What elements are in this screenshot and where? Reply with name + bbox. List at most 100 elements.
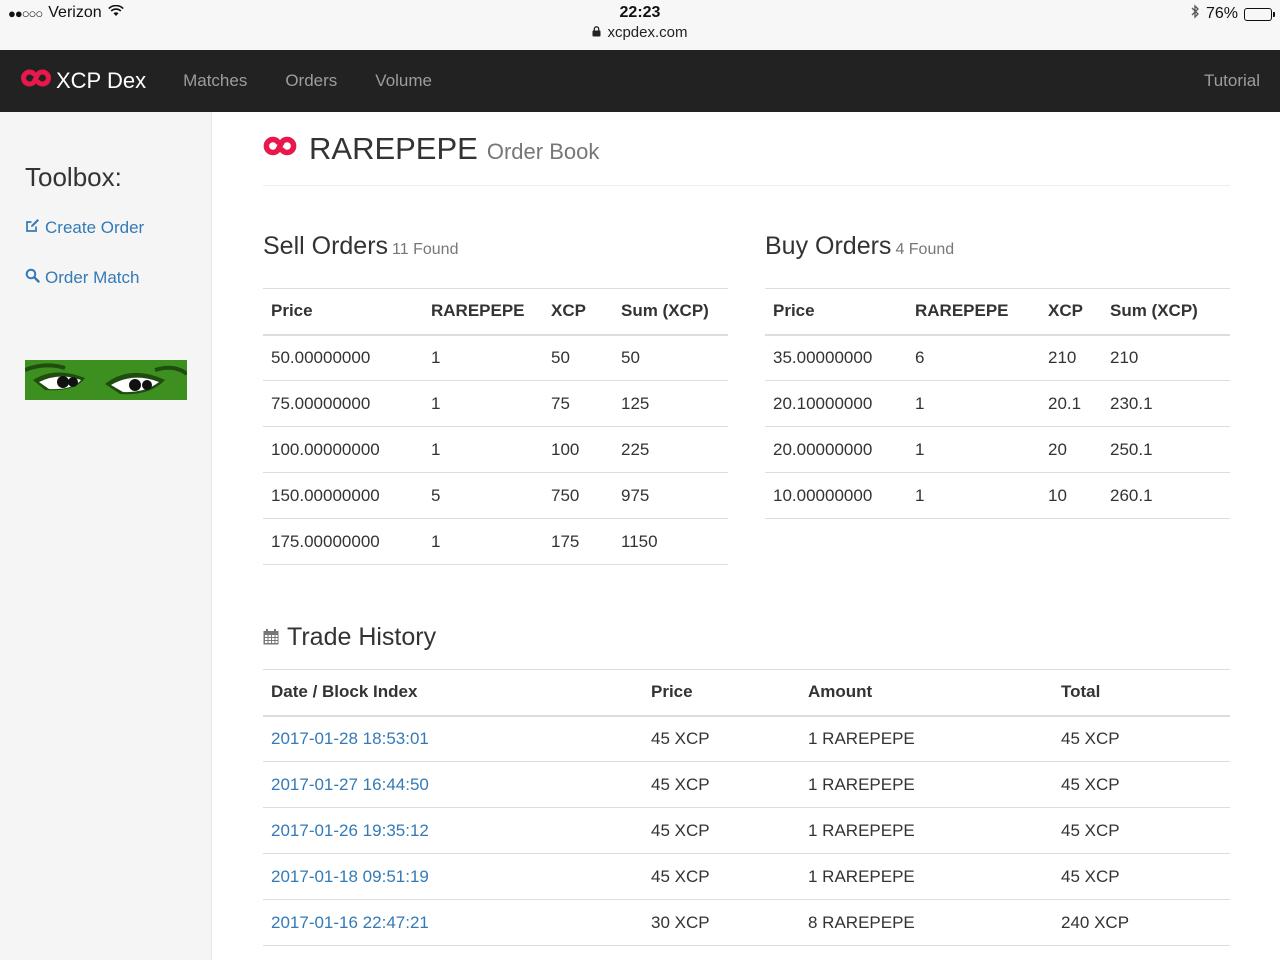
create-order-link[interactable]: Create Order — [25, 218, 144, 238]
cell-total: 240 XCP — [1053, 899, 1230, 946]
cell-amount: 1 — [423, 334, 543, 381]
nav-volume[interactable]: Volume — [356, 71, 451, 91]
column-header[interactable]: Sum (XCP) — [613, 288, 728, 336]
brand-link[interactable]: XCP Dex — [20, 68, 146, 94]
bluetooth-icon — [1191, 4, 1200, 24]
cell-sum: 125 — [613, 380, 728, 427]
table-row[interactable]: 35.00000000 6 210 210 — [765, 334, 1230, 381]
table-row[interactable]: 10.00000000 1 10 260.1 — [765, 472, 1230, 519]
cell-amount: 1 — [907, 380, 1040, 427]
cell-amount: 1 — [907, 472, 1040, 519]
cell-amount: 5 — [423, 472, 543, 519]
cell-amount: 1 RAREPEPE — [800, 853, 1053, 900]
cell-sum: 50 — [613, 334, 728, 381]
column-header[interactable]: XCP — [1040, 288, 1102, 336]
table-row: 2017-01-28 18:53:01 45 XCP 1 RAREPEPE 45 XC… — [263, 715, 1230, 762]
status-center: 22:23 xcpdex.com — [0, 4, 1280, 41]
trade-history-panel: Trade History Date / Block Index Price A… — [263, 612, 1230, 946]
cell-amount: 1 RAREPEPE — [800, 715, 1053, 762]
table-row[interactable]: 75.00000000 1 75 125 — [263, 380, 728, 427]
cell-amount: 1 — [423, 426, 543, 473]
order-match-label: Order Match — [45, 268, 140, 287]
table-row[interactable]: 20.00000000 1 20 250.1 — [765, 426, 1230, 473]
column-header[interactable]: XCP — [543, 288, 613, 336]
cell-amount: 1 — [907, 426, 1040, 473]
table-row[interactable]: 100.00000000 1 100 225 — [263, 426, 728, 473]
rarepepe-banner-image[interactable] — [25, 360, 187, 400]
table-row[interactable]: 50.00000000 1 50 50 — [263, 334, 728, 381]
column-header[interactable]: RAREPEPE — [423, 288, 543, 336]
column-header[interactable]: Amount — [800, 669, 1053, 717]
cell-price: 45 XCP — [643, 761, 800, 808]
cell-sum: 250.1 — [1102, 426, 1230, 473]
table-row: 2017-01-18 09:51:19 45 XCP 1 RAREPEPE 45 XC… — [263, 853, 1230, 900]
cell-amount: 1 — [423, 380, 543, 427]
cell-sum: 225 — [613, 426, 728, 473]
cell-price: 45 XCP — [643, 853, 800, 900]
clock: 22:23 — [619, 4, 661, 21]
column-header[interactable]: Price — [765, 288, 907, 336]
cell-price: 30 XCP — [643, 899, 800, 946]
navbar: XCP Dex Matches Orders Volume Tutorial — [0, 50, 1280, 112]
table-row[interactable]: 175.00000000 1 175 1150 — [263, 518, 728, 565]
cell-sum: 260.1 — [1102, 472, 1230, 519]
column-header[interactable]: Price — [263, 288, 423, 336]
cell-total: 45 XCP — [1053, 715, 1230, 762]
cell-amount: 1 — [423, 518, 543, 565]
cell-price: 75.00000000 — [263, 380, 423, 427]
trade-date-link[interactable]: 2017-01-16 22:47:21 — [263, 899, 643, 946]
url-bar[interactable]: xcpdex.com — [0, 24, 1280, 41]
cell-price: 150.00000000 — [263, 472, 423, 519]
url-text: xcpdex.com — [607, 24, 688, 41]
cell-total: 45 XCP — [1053, 853, 1230, 900]
main-content: RAREPEPE Order Book Sell Orders 11 Found … — [263, 112, 1230, 946]
create-order-label: Create Order — [45, 218, 145, 237]
sell-orders-table: Price RAREPEPE XCP Sum (XCP) 50.00000000… — [263, 288, 728, 565]
sell-orders-panel: Sell Orders 11 Found Price RAREPEPE XCP S… — [263, 232, 728, 565]
order-match-link[interactable]: Order Match — [25, 268, 139, 288]
status-bar: ●●○○○ Verizon 22:23 xcpdex.com 76% — [0, 0, 1280, 50]
cell-price: 20.00000000 — [765, 426, 907, 473]
xcp-logo-icon — [20, 68, 56, 94]
cell-sum: 230.1 — [1102, 380, 1230, 427]
page-subtitle: Order Book — [486, 138, 600, 164]
column-header[interactable]: Price — [643, 669, 800, 717]
table-row: 2017-01-16 22:47:21 30 XCP 8 RAREPEPE 240 X… — [263, 899, 1230, 946]
cell-price: 20.10000000 — [765, 380, 907, 427]
nav-orders[interactable]: Orders — [266, 71, 356, 91]
sell-orders-count: 11 Found — [392, 241, 459, 258]
cell-price: 100.00000000 — [263, 426, 423, 473]
xcp-logo-icon — [263, 135, 309, 162]
trade-date-link[interactable]: 2017-01-28 18:53:01 — [263, 715, 643, 762]
buy-orders-heading: Buy Orders 4 Found — [765, 232, 1230, 288]
table-row: 2017-01-27 16:44:50 45 XCP 1 RAREPEPE 45 XC… — [263, 761, 1230, 808]
cell-amount: 6 — [907, 334, 1040, 381]
cell-sum: 1150 — [613, 518, 728, 565]
trade-history-title: Trade History — [287, 623, 437, 651]
column-header[interactable]: RAREPEPE — [907, 288, 1040, 336]
cell-amount: 8 RAREPEPE — [800, 899, 1053, 946]
edit-icon — [25, 218, 40, 238]
cell-xcp: 20 — [1040, 426, 1102, 473]
trade-date-link[interactable]: 2017-01-27 16:44:50 — [263, 761, 643, 808]
battery-percent: 76% — [1205, 5, 1238, 22]
trade-date-link[interactable]: 2017-01-26 19:35:12 — [263, 807, 643, 854]
buy-orders-panel: Buy Orders 4 Found Price RAREPEPE XCP Sum… — [765, 232, 1230, 519]
trade-history-table: Date / Block Index Price Amount Total 20… — [263, 669, 1230, 946]
nav-matches[interactable]: Matches — [164, 71, 266, 91]
trade-date-link[interactable]: 2017-01-18 09:51:19 — [263, 853, 643, 900]
sell-orders-title: Sell Orders — [263, 232, 389, 260]
buy-orders-table: Price RAREPEPE XCP Sum (XCP) 35.00000000… — [765, 288, 1230, 519]
column-header[interactable]: Sum (XCP) — [1102, 288, 1230, 336]
column-header[interactable]: Total — [1053, 669, 1230, 717]
table-row[interactable]: 150.00000000 5 750 975 — [263, 472, 728, 519]
cell-xcp: 50 — [543, 334, 613, 381]
cell-amount: 1 RAREPEPE — [800, 761, 1053, 808]
column-header[interactable]: Date / Block Index — [263, 669, 643, 717]
cell-price: 35.00000000 — [765, 334, 907, 381]
page-header: RAREPEPE Order Book — [263, 112, 1230, 186]
table-row[interactable]: 20.10000000 1 20.1 230.1 — [765, 380, 1230, 427]
cell-price: 50.00000000 — [263, 334, 423, 381]
cell-xcp: 175 — [543, 518, 613, 565]
nav-tutorial[interactable]: Tutorial — [1204, 71, 1260, 91]
